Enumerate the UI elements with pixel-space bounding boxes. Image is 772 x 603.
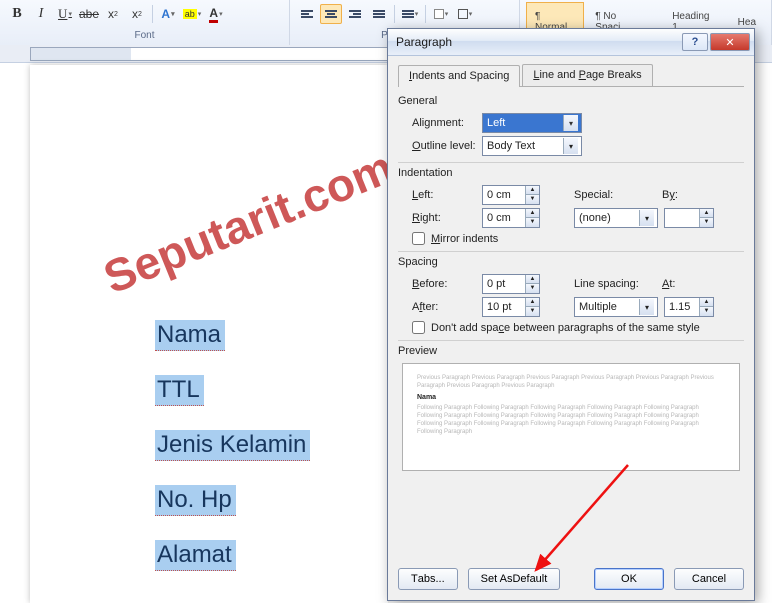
alignment-combo[interactable]: Left▾ (482, 113, 582, 133)
indent-right-spin[interactable]: 0 cm▲▼ (482, 208, 540, 228)
at-spin[interactable]: 1.15▲▼ (664, 297, 714, 317)
tab-line-page-breaks[interactable]: Line and Page Breaks (522, 64, 652, 86)
by-label: By: (662, 189, 702, 201)
preview-following: Following Paragraph Following Paragraph … (417, 404, 725, 436)
doc-line: Nama (155, 320, 225, 351)
line-spacing-combo[interactable]: Multiple▾ (574, 297, 658, 317)
dialog-title: Paragraph (396, 35, 452, 49)
superscript-button[interactable]: x2 (126, 4, 148, 24)
dialog-button-bar: Tabs... Set As Default OK Cancel (398, 568, 744, 590)
outline-label: Outline level: (412, 140, 482, 152)
section-general: General (398, 95, 744, 107)
preview-box: Previous Paragraph Previous Paragraph Pr… (402, 363, 740, 471)
section-indentation: Indentation (398, 167, 744, 179)
close-button[interactable]: ✕ (710, 33, 750, 51)
underline-button[interactable]: U▾ (54, 4, 76, 24)
before-spin[interactable]: 0 pt▲▼ (482, 274, 540, 294)
line-spacing-label: Line spacing: (574, 278, 662, 290)
paragraph-dialog: Paragraph ? ✕ Indents and Spacing Line a… (387, 28, 755, 601)
section-spacing: Spacing (398, 256, 744, 268)
after-label: After: (412, 301, 482, 313)
document-page: Seputarit.com Nama TTL Jenis Kelamin No.… (30, 65, 388, 603)
shading-button[interactable]: ▾ (430, 4, 452, 24)
line-spacing-button[interactable]: ▾ (399, 4, 421, 24)
doc-line: Jenis Kelamin (155, 430, 310, 461)
indent-left-label: Left: (412, 189, 482, 201)
doc-line: No. Hp (155, 485, 236, 516)
doc-line: TTL (155, 375, 204, 406)
align-center-button[interactable] (320, 4, 342, 24)
doc-line: Alamat (155, 540, 236, 571)
highlight-button[interactable]: ab▾ (181, 4, 203, 24)
bold-button[interactable]: B (6, 4, 28, 24)
font-group-label: Font (0, 30, 289, 45)
preview-sample: Nama (417, 394, 725, 401)
alignment-label: Alignment: (412, 117, 482, 129)
ribbon-group-font: B I U▾ abe x2 x2 A▾ ab▾ A▾ Font (0, 0, 290, 45)
dialog-titlebar[interactable]: Paragraph ? ✕ (388, 29, 754, 56)
font-color-button[interactable]: A▾ (205, 4, 227, 24)
dialog-tabs: Indents and Spacing Line and Page Breaks (398, 64, 744, 87)
special-combo[interactable]: (none)▾ (574, 208, 658, 228)
preview-previous: Previous Paragraph Previous Paragraph Pr… (417, 374, 725, 390)
dont-add-space-checkbox[interactable]: Don't add space between paragraphs of th… (398, 321, 744, 334)
before-label: Before: (412, 278, 482, 290)
ok-button[interactable]: OK (594, 568, 664, 590)
help-button[interactable]: ? (682, 33, 708, 51)
italic-button[interactable]: I (30, 4, 52, 24)
at-label: At: (662, 278, 702, 290)
indent-left-spin[interactable]: 0 cm▲▼ (482, 185, 540, 205)
strike-button[interactable]: abe (78, 4, 100, 24)
by-spin[interactable]: ▲▼ (664, 208, 714, 228)
section-preview: Preview (398, 345, 744, 357)
special-label: Special: (574, 189, 662, 201)
subscript-button[interactable]: x2 (102, 4, 124, 24)
indent-right-label: Right: (412, 212, 482, 224)
set-default-button[interactable]: Set As Default (468, 568, 561, 590)
align-right-button[interactable] (344, 4, 366, 24)
mirror-indents-checkbox[interactable]: Mirror indents (398, 232, 744, 245)
tab-indents-spacing[interactable]: Indents and Spacing (398, 65, 520, 87)
text-effects-button[interactable]: A▾ (157, 4, 179, 24)
after-spin[interactable]: 10 pt▲▼ (482, 297, 540, 317)
align-left-button[interactable] (296, 4, 318, 24)
outline-combo[interactable]: Body Text▾ (482, 136, 582, 156)
horizontal-ruler[interactable] (30, 47, 390, 61)
selected-text-block[interactable]: Nama TTL Jenis Kelamin No. Hp Alamat (155, 320, 310, 595)
align-justify-button[interactable] (368, 4, 390, 24)
cancel-button[interactable]: Cancel (674, 568, 744, 590)
tabs-button[interactable]: Tabs... (398, 568, 458, 590)
borders-button[interactable]: ▾ (454, 4, 476, 24)
watermark: Seputarit.com (96, 140, 401, 305)
